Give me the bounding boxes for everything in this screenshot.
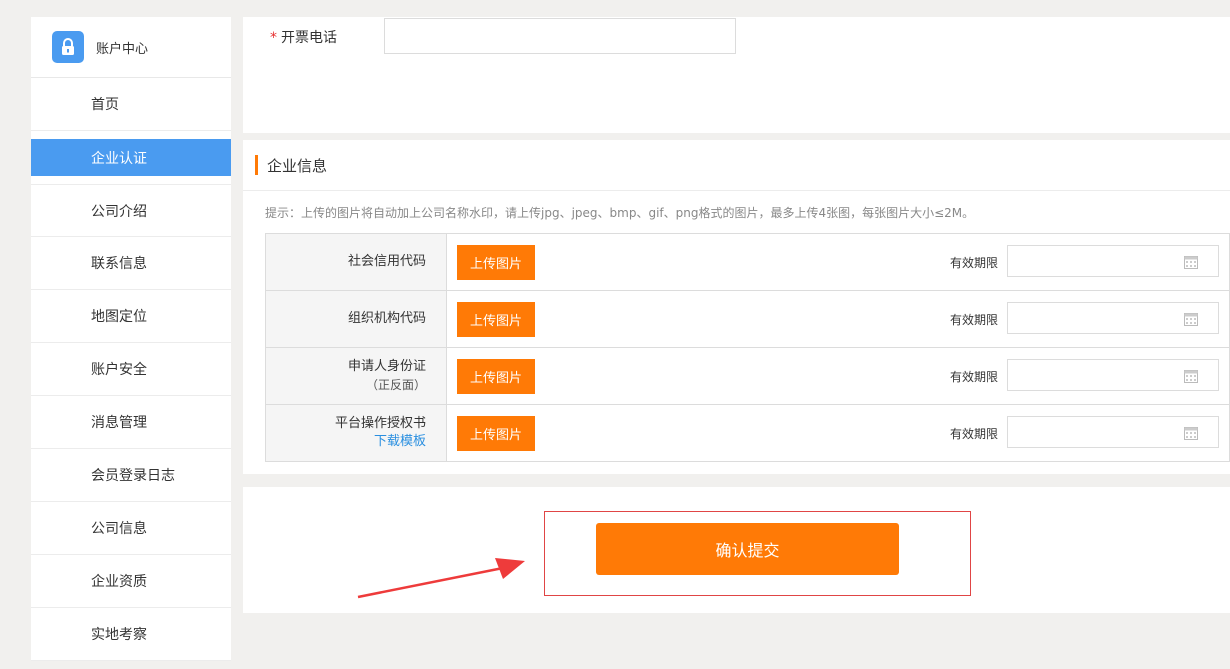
confirm-submit-button[interactable]: 确认提交 (596, 523, 899, 575)
phone-input[interactable] (384, 18, 736, 54)
upload-image-button[interactable]: 上传图片 (457, 416, 535, 451)
section-accent-bar (255, 155, 258, 175)
sidebar-item-enterprise-cert[interactable]: 企业认证 (31, 139, 231, 176)
sidebar: 账户中心 首页 企业认证 公司介绍 联系信息 地图定位 账户安全 消息管理 会员… (31, 17, 231, 661)
calendar-icon (1184, 425, 1198, 444)
sidebar-item-field-inspection[interactable]: 实地考察 (31, 608, 231, 661)
phone-label-text: 开票电话 (281, 30, 337, 46)
valid-period-label: 有效期限 (950, 370, 999, 384)
row-cell: 上传图片 有效期限 (446, 404, 1230, 462)
company-info-panel: 企业信息 提示：上传的图片将自动加上公司名称水印，请上传jpg、jpeg、bmp… (243, 140, 1230, 474)
valid-period-date-input[interactable] (1007, 302, 1219, 334)
sidebar-item-map-location[interactable]: 地图定位 (31, 290, 231, 343)
sidebar-item-company-info[interactable]: 公司信息 (31, 502, 231, 555)
table-row: 申请人身份证 （正反面） 上传图片 有效期限 (265, 347, 1230, 405)
sidebar-item-account-security[interactable]: 账户安全 (31, 343, 231, 396)
valid-period-label: 有效期限 (950, 256, 999, 270)
row-cell: 上传图片 有效期限 (446, 347, 1230, 405)
table-row: 社会信用代码 上传图片 有效期限 (265, 233, 1230, 291)
valid-period-date-input[interactable] (1007, 245, 1219, 277)
invoice-panel: * 开票电话 (243, 17, 1230, 133)
valid-period-date-input[interactable] (1007, 416, 1219, 448)
sidebar-item-company-intro[interactable]: 公司介绍 (31, 184, 231, 237)
row-label-text: 平台操作授权书 (334, 416, 426, 431)
sidebar-header: 账户中心 (31, 17, 231, 78)
row-label-text: 申请人身份证 (347, 359, 426, 374)
table-row: 组织机构代码 上传图片 有效期限 (265, 290, 1230, 348)
upload-tip: 提示：上传的图片将自动加上公司名称水印，请上传jpg、jpeg、bmp、gif、… (265, 206, 975, 220)
sidebar-item-message-management[interactable]: 消息管理 (31, 396, 231, 449)
annotation-arrow-icon (357, 558, 525, 599)
download-template-link[interactable]: 下载模板 (266, 433, 426, 451)
row-label: 社会信用代码 (265, 233, 447, 291)
row-label: 平台操作授权书下载模板 (265, 404, 447, 462)
valid-period-label: 有效期限 (950, 427, 999, 441)
row-label: 组织机构代码 (265, 290, 447, 348)
row-label-text: 社会信用代码 (347, 254, 426, 269)
row-cell: 上传图片 有效期限 (446, 290, 1230, 348)
row-label-sub: （正反面） (365, 378, 426, 392)
calendar-icon (1184, 368, 1198, 387)
document-table: 社会信用代码 上传图片 有效期限 组织机构代码 上传图片 有效期限 申请人身份证… (265, 233, 1230, 462)
required-mark: * (270, 30, 277, 46)
sidebar-item-home[interactable]: 首页 (31, 78, 231, 131)
calendar-icon (1184, 254, 1198, 273)
sidebar-item-qualification[interactable]: 企业资质 (31, 555, 231, 608)
upload-image-button[interactable]: 上传图片 (457, 302, 535, 337)
table-row: 平台操作授权书下载模板 上传图片 有效期限 (265, 404, 1230, 462)
upload-image-button[interactable]: 上传图片 (457, 359, 535, 394)
valid-period-date-input[interactable] (1007, 359, 1219, 391)
sidebar-item-login-log[interactable]: 会员登录日志 (31, 449, 231, 502)
row-cell: 上传图片 有效期限 (446, 233, 1230, 291)
valid-period-label: 有效期限 (950, 313, 999, 327)
section-header: 企业信息 (243, 140, 1230, 191)
section-title: 企业信息 (267, 156, 328, 175)
row-label: 申请人身份证 （正反面） (265, 347, 447, 405)
submit-highlight-frame: 确认提交 (544, 511, 971, 596)
lock-icon (52, 31, 84, 63)
sidebar-title: 账户中心 (96, 41, 149, 57)
calendar-icon (1184, 311, 1198, 330)
phone-label: * 开票电话 (270, 27, 337, 47)
row-label-text: 组织机构代码 (347, 311, 426, 326)
sidebar-item-contact-info[interactable]: 联系信息 (31, 237, 231, 290)
upload-image-button[interactable]: 上传图片 (457, 245, 535, 280)
